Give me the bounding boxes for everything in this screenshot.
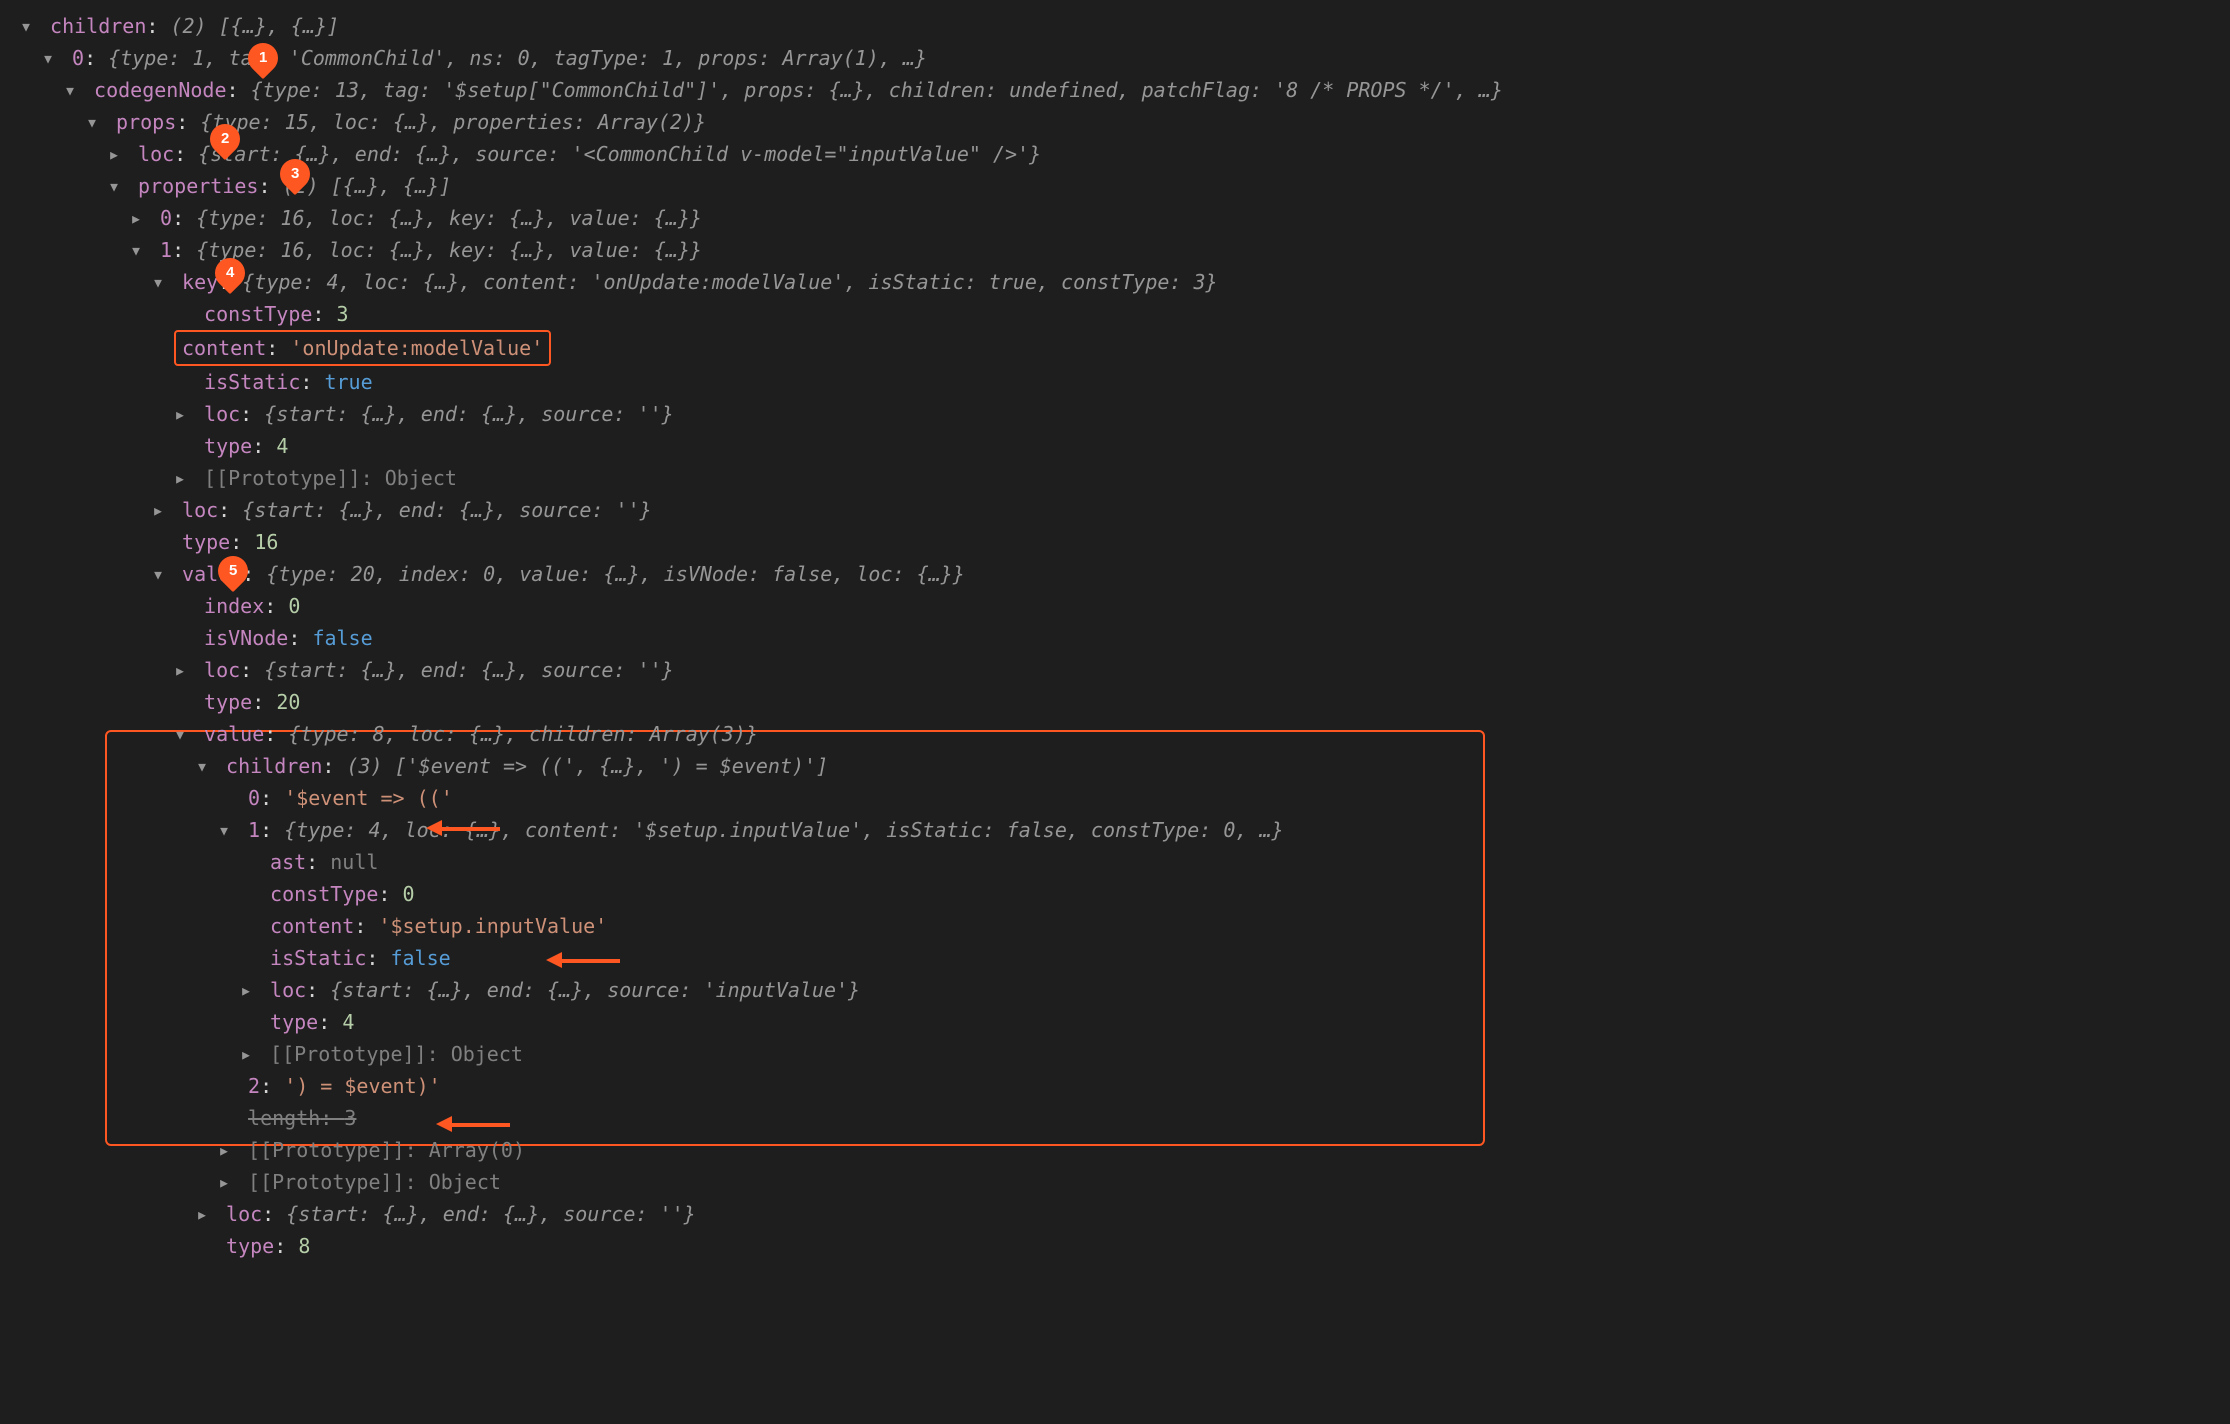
tree-row: 2: ') = $event)' [0, 1070, 2230, 1102]
tree-row[interactable]: ▾ 1: {type: 16, loc: {…}, key: {…}, valu… [0, 234, 2230, 266]
chevron-down-icon[interactable]: ▾ [42, 42, 60, 74]
tree-row: length: 3 [0, 1102, 2230, 1134]
chevron-down-icon[interactable]: ▾ [64, 74, 82, 106]
chevron-right-icon[interactable]: ▸ [174, 462, 192, 494]
chevron-right-icon[interactable]: ▸ [240, 974, 258, 1006]
tree-row[interactable]: ▸ loc: {start: {…}, end: {…}, source: ''… [0, 1198, 2230, 1230]
chevron-down-icon[interactable]: ▾ [86, 106, 104, 138]
tree-row: isStatic: true [0, 366, 2230, 398]
tree-row: isVNode: false [0, 622, 2230, 654]
tree-row-highlighted: content: 'onUpdate:modelValue' [0, 330, 2230, 366]
chevron-down-icon[interactable]: ▾ [174, 718, 192, 750]
tree-row: type: 8 [0, 1230, 2230, 1262]
tree-row[interactable]: ▾ codegenNode: {type: 13, tag: '$setup["… [0, 74, 2230, 106]
tree-row[interactable]: ▸ [[Prototype]]: Array(0) [0, 1134, 2230, 1166]
tree-row[interactable]: ▸ [[Prototype]]: Object [0, 1166, 2230, 1198]
tree-row[interactable]: ▾ 1: {type: 4, loc: {…}, content: '$setu… [0, 814, 2230, 846]
chevron-down-icon[interactable]: ▾ [218, 814, 236, 846]
tree-row: content: '$setup.inputValue' [0, 910, 2230, 942]
tree-row: constType: 3 [0, 298, 2230, 330]
tree-row[interactable]: ▾ key: {type: 4, loc: {…}, content: 'onU… [0, 266, 2230, 298]
chevron-down-icon[interactable]: ▾ [152, 558, 170, 590]
tree-row: index: 0 [0, 590, 2230, 622]
tree-row[interactable]: ▸ [[Prototype]]: Object [0, 462, 2230, 494]
tree-row: constType: 0 [0, 878, 2230, 910]
tree-row: type: 4 [0, 1006, 2230, 1038]
tree-row[interactable]: ▾ props: {type: 15, loc: {…}, properties… [0, 106, 2230, 138]
chevron-down-icon[interactable]: ▾ [20, 10, 38, 42]
tree-row[interactable]: ▸ loc: {start: {…}, end: {…}, source: 'i… [0, 974, 2230, 1006]
chevron-right-icon[interactable]: ▸ [218, 1166, 236, 1198]
tree-row[interactable]: ▸ [[Prototype]]: Object [0, 1038, 2230, 1070]
tree-row: ast: null [0, 846, 2230, 878]
chevron-right-icon[interactable]: ▸ [152, 494, 170, 526]
chevron-right-icon[interactable]: ▸ [108, 138, 126, 170]
chevron-down-icon[interactable]: ▾ [108, 170, 126, 202]
chevron-down-icon[interactable]: ▾ [196, 750, 214, 782]
tree-row[interactable]: ▸ loc: {start: {…}, end: {…}, source: ''… [0, 494, 2230, 526]
tree-row[interactable]: ▾ 0: {type: 1, tag: 'CommonChild', ns: 0… [0, 42, 2230, 74]
chevron-right-icon[interactable]: ▸ [130, 202, 148, 234]
chevron-right-icon[interactable]: ▸ [174, 398, 192, 430]
tree-row[interactable]: ▸ loc: {start: {…}, end: {…}, source: ''… [0, 654, 2230, 686]
tree-row: type: 4 [0, 430, 2230, 462]
chevron-right-icon[interactable]: ▸ [218, 1134, 236, 1166]
tree-row[interactable]: ▾ value: {type: 20, index: 0, value: {…}… [0, 558, 2230, 590]
chevron-right-icon[interactable]: ▸ [240, 1038, 258, 1070]
tree-row: type: 20 [0, 686, 2230, 718]
chevron-down-icon[interactable]: ▾ [152, 266, 170, 298]
chevron-down-icon[interactable]: ▾ [130, 234, 148, 266]
chevron-right-icon[interactable]: ▸ [174, 654, 192, 686]
tree-row[interactable]: ▸ loc: {start: {…}, end: {…}, source: '<… [0, 138, 2230, 170]
tree-row: 0: '$event => ((' [0, 782, 2230, 814]
tree-row[interactable]: ▸ loc: {start: {…}, end: {…}, source: ''… [0, 398, 2230, 430]
chevron-right-icon[interactable]: ▸ [196, 1198, 214, 1230]
tree-row[interactable]: ▾ value: {type: 8, loc: {…}, children: A… [0, 718, 2230, 750]
tree-row[interactable]: ▾ children: (3) ['$event => ((', {…}, ')… [0, 750, 2230, 782]
tree-row[interactable]: ▾ properties: (2) [{…}, {…}] [0, 170, 2230, 202]
tree-row[interactable]: ▾ children: (2) [{…}, {…}] [0, 10, 2230, 42]
tree-row: type: 16 [0, 526, 2230, 558]
tree-row: isStatic: false [0, 942, 2230, 974]
tree-row[interactable]: ▸ 0: {type: 16, loc: {…}, key: {…}, valu… [0, 202, 2230, 234]
